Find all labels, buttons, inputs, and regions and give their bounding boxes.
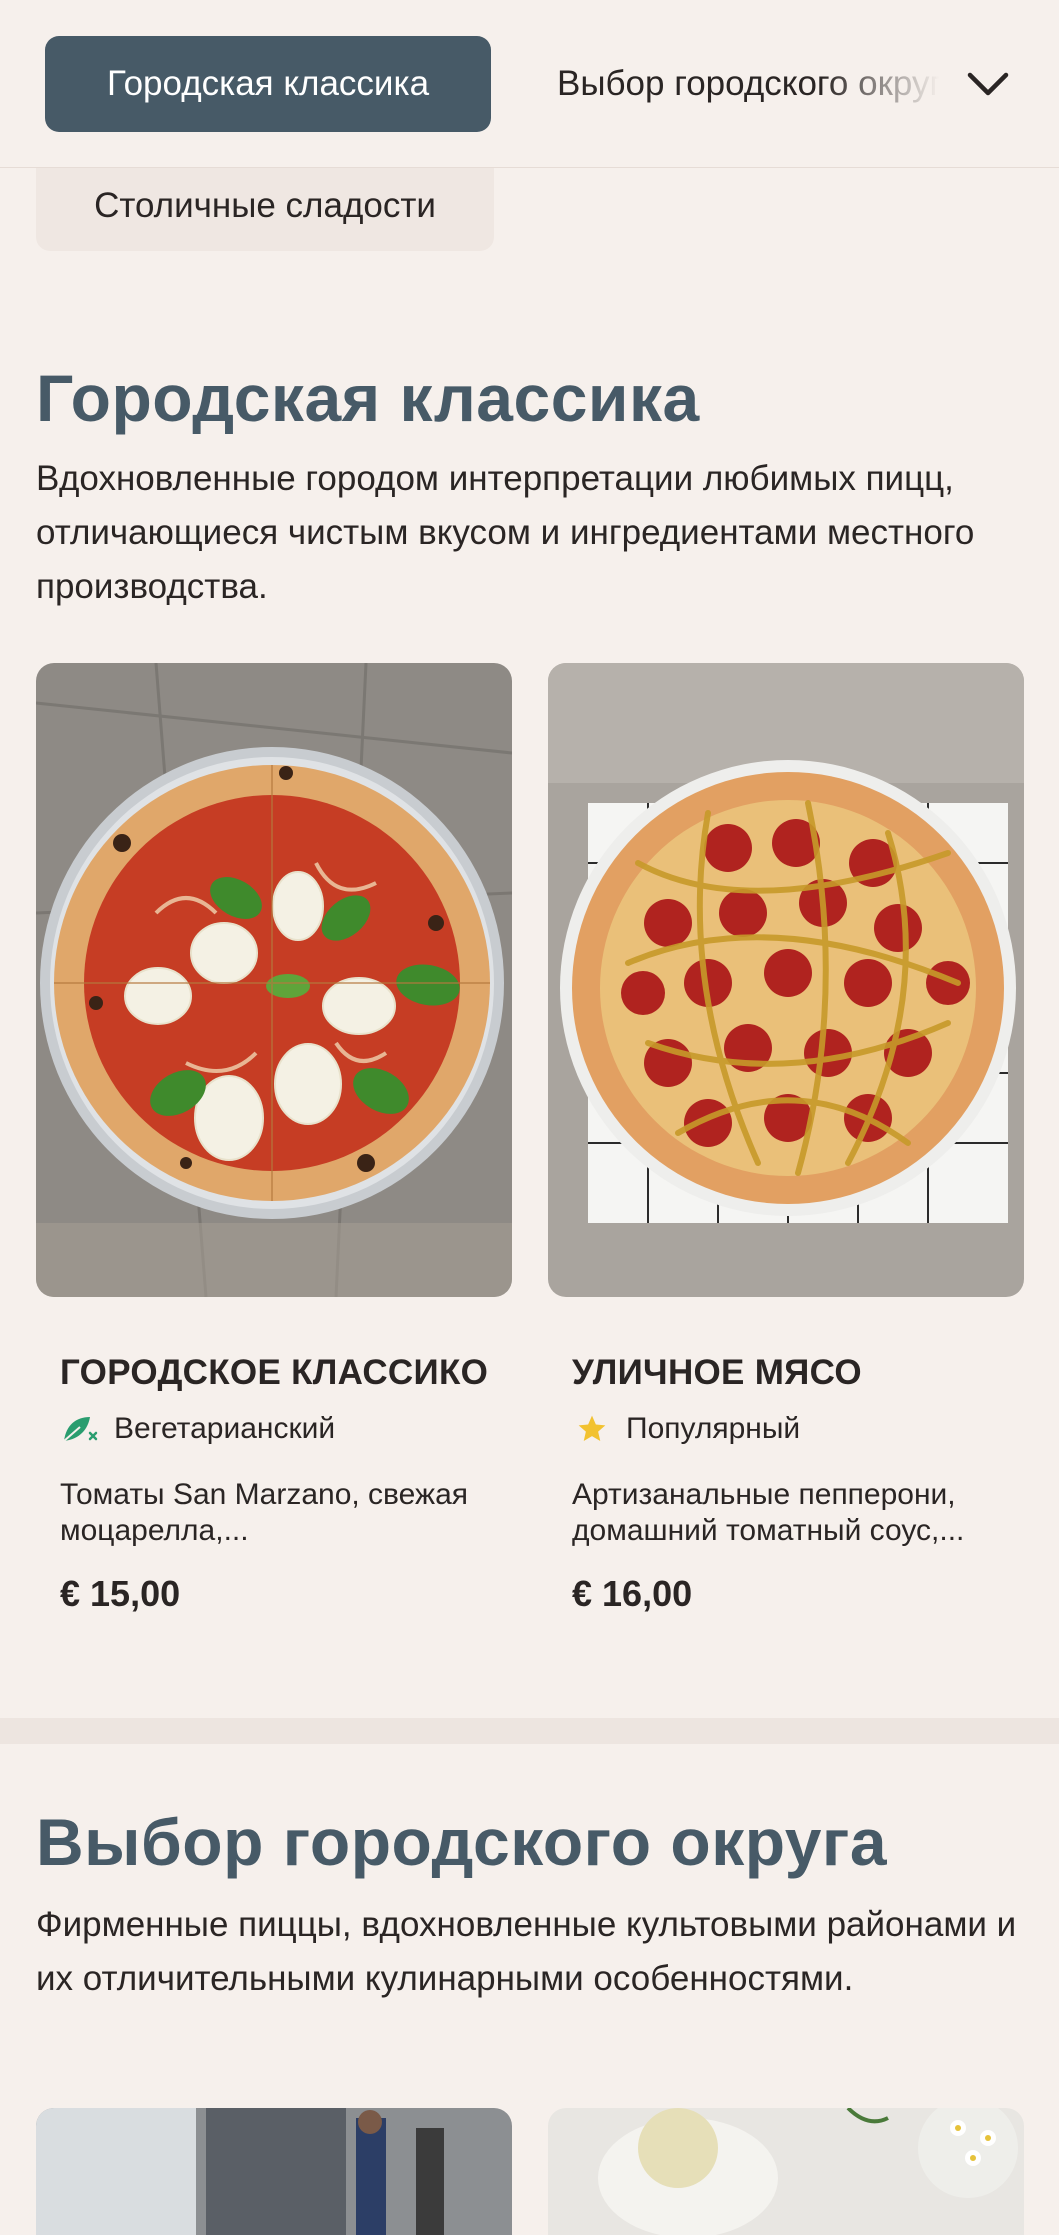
margherita-pizza-photo[interactable] — [36, 663, 512, 1297]
product-name[interactable]: УЛИЧНОЕ МЯСО — [572, 1349, 1012, 1397]
product-price: € 16,00 — [572, 1573, 693, 1614]
badge-label: Вегетарианский — [114, 1412, 336, 1445]
vegetarian-badge: Вегетарианский — [60, 1409, 512, 1449]
section-title: Городская классика — [36, 361, 700, 435]
badge-label: Популярный — [626, 1412, 801, 1445]
popular-badge: Популярный — [572, 1409, 1024, 1449]
product-card[interactable]: ГОРОДСКОЕ КЛАССИКО Вегетарианский Томаты… — [36, 663, 512, 1615]
product-photo[interactable] — [548, 2108, 1024, 2235]
category-tab-stolichnye-sladosti[interactable]: Столичные сладости — [36, 160, 494, 251]
vegetarian-leaf-icon — [60, 1409, 100, 1449]
product-card[interactable]: УЛИЧНОЕ МЯСО Популярный Артизанальные пе… — [548, 663, 1024, 1615]
categories-dropdown-button[interactable] — [958, 54, 1018, 114]
star-icon — [572, 1409, 612, 1449]
section-title: Выбор городского округа — [36, 1805, 888, 1879]
chevron-down-icon — [967, 72, 1009, 96]
product-name[interactable]: ГОРОДСКОЕ КЛАССИКО — [60, 1349, 500, 1397]
category-tab-gorodskaya-klassika[interactable]: Городская классика — [45, 36, 491, 132]
category-tab-vybor-okruga[interactable]: Выбор городского округа — [557, 36, 947, 132]
section-divider — [0, 1718, 1059, 1744]
section-description: Фирменные пиццы, вдохновленные культовым… — [36, 1905, 1017, 1998]
product-description: Томаты San Marzano, свежая моцарелла,... — [60, 1478, 469, 1547]
category-nav-bar: Городская классика Выбор городского окру… — [0, 0, 1059, 168]
pepperoni-pizza-photo[interactable] — [548, 663, 1024, 1297]
product-photo[interactable] — [36, 2108, 512, 2235]
section-description: Вдохновленные городом интерпретации люби… — [36, 459, 975, 606]
product-description: Артизанальные пепперони, домашний томатн… — [572, 1478, 965, 1547]
product-price: € 15,00 — [60, 1573, 181, 1614]
